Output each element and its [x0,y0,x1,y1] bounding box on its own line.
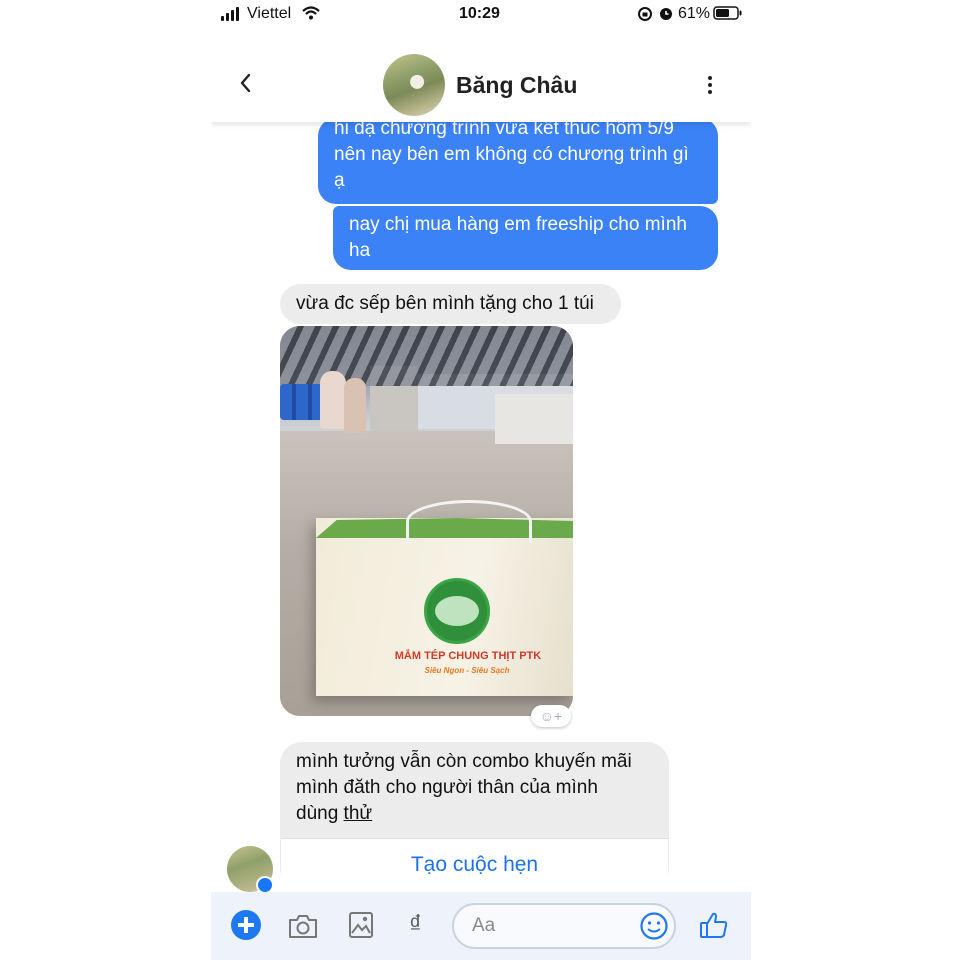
battery-icon [713,6,742,20]
incoming-message[interactable]: vừa đc sếp bên mình tặng cho 1 túi [280,284,621,324]
outgoing-message[interactable]: hi dạ chương trình vừa kết thúc hôm 5/9 … [318,118,718,204]
payment-icon[interactable]: ₫ [409,910,422,939]
image-icon[interactable] [348,911,374,939]
back-chevron-icon[interactable] [237,72,255,94]
photo-building [495,394,573,444]
photo-person [344,378,366,433]
messenger-screen: Viettel 10:29 61% Băng Châu hi dạ chương… [211,0,751,960]
message-line: nay chị mua hàng em freeship cho mình [349,214,687,235]
message-line: mình tưởng vẫn còn combo khuyến mãi [296,751,632,772]
shared-photo[interactable]: MẮM TÉP CHUNG THỊT PTK Siêu Ngon - Siêu … [280,326,573,716]
battery-percent: 61% [678,5,711,22]
rotation-lock-icon [638,7,652,21]
wifi-icon [302,6,320,20]
message-line: dùng thử [296,803,373,824]
chat-header: Băng Châu [211,38,751,122]
emoji-icon[interactable] [639,911,669,941]
composer-bar: ₫ Aa [211,892,751,960]
create-appointment-button[interactable]: Tạo cuộc hẹn [281,838,668,891]
contact-avatar[interactable] [383,54,445,116]
status-bar: Viettel 10:29 61% [211,0,751,28]
bag-logo [424,578,490,644]
alarm-icon [660,8,672,20]
outgoing-message[interactable]: nay chị mua hàng em freeship cho mình ha [333,206,718,270]
camera-icon[interactable] [287,912,319,940]
gift-bag: MẮM TÉP CHUNG THỊT PTK Siêu Ngon - Siêu … [316,500,573,696]
bag-brand-text: MẮM TÉP CHUNG THỊT PTK [394,650,542,662]
thumbs-up-icon[interactable] [699,910,729,940]
message-line: nên nay bên em không có chương trình gì [334,144,689,165]
message-line: ha [349,240,371,261]
more-vertical-icon[interactable] [705,76,715,98]
reaction-add-icon[interactable]: ☺+ [531,705,571,727]
contact-name[interactable]: Băng Châu [456,72,577,99]
plus-icon[interactable] [231,910,261,940]
signal-icon [221,7,239,21]
carrier-label: Viettel [247,5,292,22]
bag-slogan-text: Siêu Ngon - Siêu Sạch [424,666,510,675]
detected-link[interactable]: thử [344,803,373,824]
clock: 10:29 [459,5,500,22]
photo-person [320,371,346,429]
message-line: mình đăth cho người thân của mình [296,777,598,798]
message-line: ạ [334,170,345,191]
